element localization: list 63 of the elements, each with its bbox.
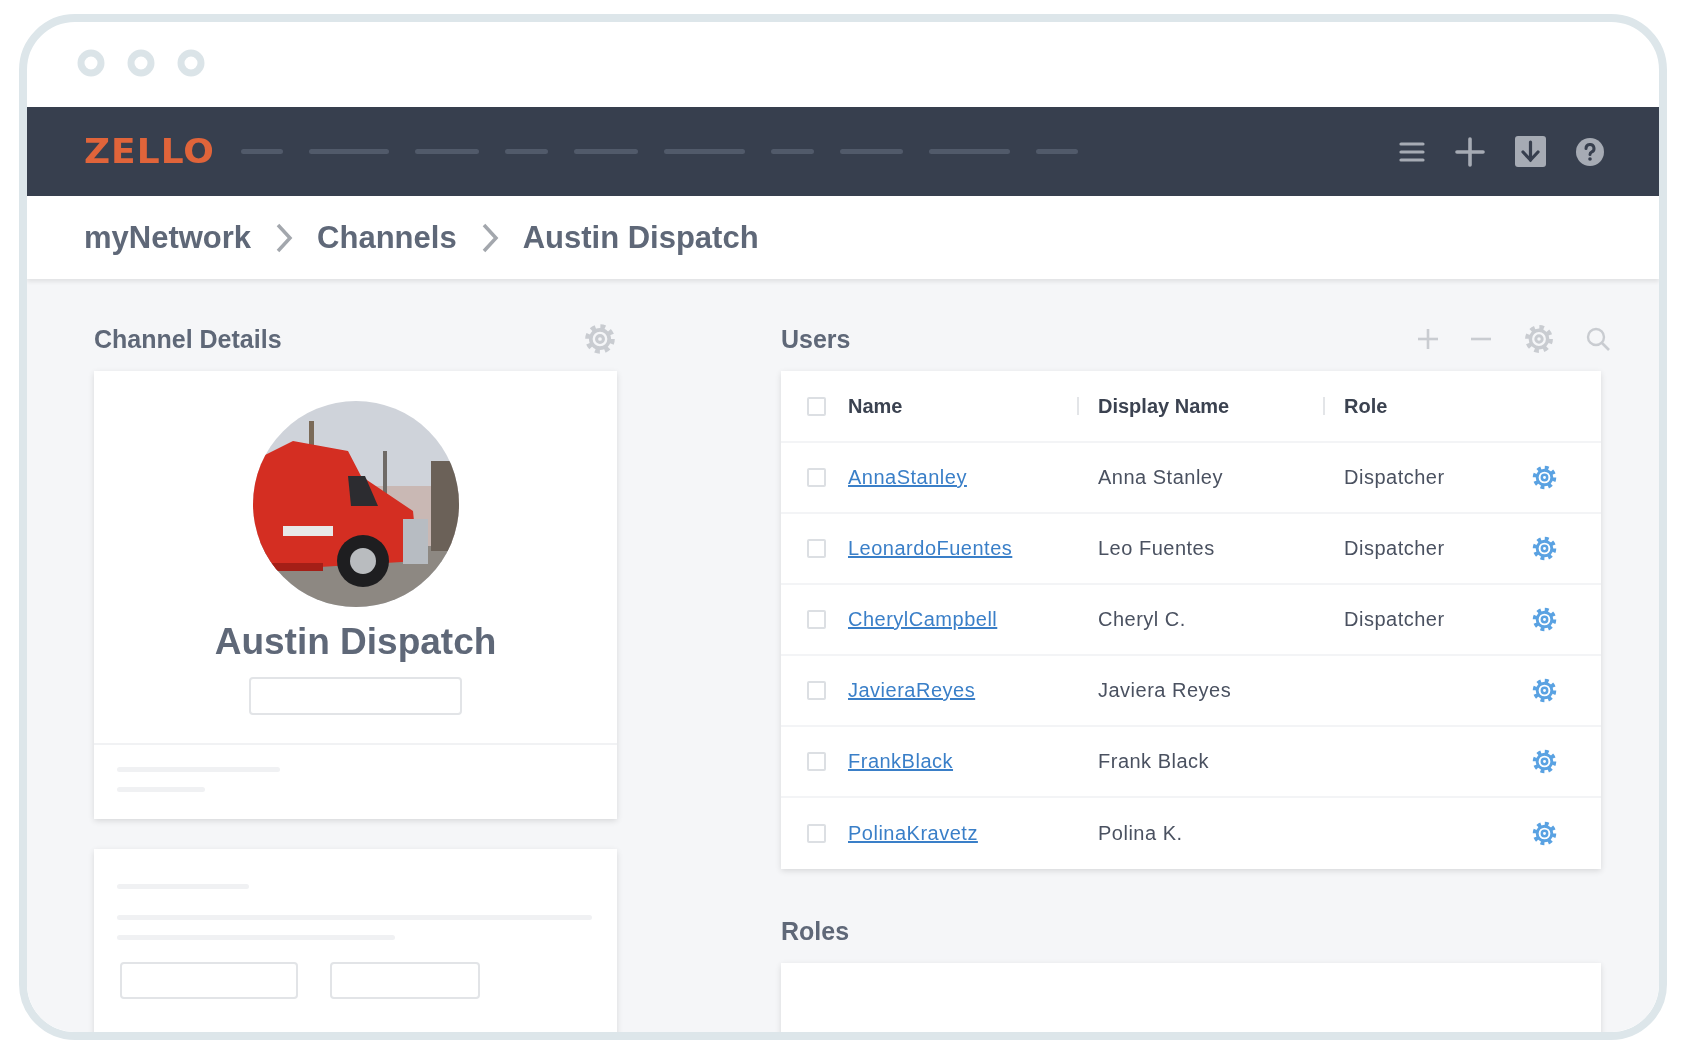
settings-icon[interactable] bbox=[1531, 820, 1558, 847]
checkbox[interactable] bbox=[807, 539, 826, 558]
breadcrumb-item: Austin Dispatch bbox=[522, 219, 759, 256]
logo[interactable]: ZELLO bbox=[84, 132, 215, 171]
menu-icon[interactable] bbox=[1399, 140, 1425, 163]
download-icon[interactable] bbox=[1515, 136, 1546, 167]
settings-icon[interactable] bbox=[1523, 323, 1555, 355]
table-cell: Anna Stanley bbox=[1098, 466, 1223, 488]
plus-icon[interactable] bbox=[1455, 136, 1485, 167]
checkbox[interactable] bbox=[807, 610, 826, 629]
window-dot-icon bbox=[127, 48, 155, 77]
channel-name: Austin Dispatch bbox=[214, 621, 497, 663]
menu-placeholder bbox=[414, 149, 479, 154]
menu-placeholder bbox=[504, 149, 548, 154]
checkbox[interactable] bbox=[807, 396, 826, 416]
button-placeholder[interactable] bbox=[330, 962, 480, 999]
user-link[interactable]: CherylCampbell bbox=[848, 608, 998, 630]
chevron-icon bbox=[275, 221, 294, 254]
checkbox[interactable] bbox=[807, 681, 826, 700]
menu-placeholder bbox=[770, 149, 814, 154]
menu-placeholder bbox=[839, 149, 903, 154]
settings-icon[interactable] bbox=[1531, 606, 1558, 633]
section-title: Roles bbox=[781, 916, 851, 947]
column-header[interactable]: Name bbox=[848, 394, 903, 417]
help-icon[interactable] bbox=[1576, 137, 1604, 166]
chevron-icon bbox=[480, 221, 499, 254]
breadcrumb-item[interactable]: myNetwork bbox=[84, 219, 252, 256]
column-header[interactable]: Role bbox=[1344, 394, 1388, 418]
table-cell: Leo Fuentes bbox=[1098, 537, 1215, 559]
table-cell: Dispatcher bbox=[1344, 608, 1445, 630]
section-title: Users bbox=[781, 324, 852, 354]
search-icon[interactable] bbox=[1586, 326, 1611, 352]
table-cell: Javiera Reyes bbox=[1098, 679, 1232, 701]
breadcrumb-item[interactable]: Channels bbox=[317, 219, 457, 256]
user-link[interactable]: AnnaStanley bbox=[848, 466, 967, 488]
menu-placeholder bbox=[573, 149, 638, 154]
table-cell: Dispatcher bbox=[1344, 466, 1445, 488]
column-header[interactable]: Display Name bbox=[1098, 394, 1230, 418]
window-dot-icon bbox=[77, 48, 105, 77]
user-link[interactable]: JavieraReyes bbox=[848, 679, 976, 701]
settings-icon[interactable] bbox=[583, 322, 617, 356]
table-cell: Polina K. bbox=[1098, 822, 1183, 844]
button-placeholder[interactable] bbox=[120, 962, 298, 999]
window-dot-icon bbox=[177, 48, 205, 77]
checkbox[interactable] bbox=[807, 752, 826, 771]
checkbox[interactable] bbox=[807, 468, 826, 487]
table-cell: Dispatcher bbox=[1344, 537, 1445, 559]
add-icon[interactable] bbox=[1417, 328, 1439, 350]
table-cell: Frank Black bbox=[1098, 750, 1210, 772]
user-link[interactable]: FrankBlack bbox=[848, 750, 954, 772]
menu-placeholder bbox=[1035, 149, 1078, 154]
table-cell: Cheryl C. bbox=[1098, 608, 1186, 630]
settings-icon[interactable] bbox=[1531, 535, 1558, 562]
checkbox[interactable] bbox=[807, 824, 826, 843]
settings-icon[interactable] bbox=[1531, 464, 1558, 491]
input-field[interactable] bbox=[249, 677, 462, 715]
settings-icon[interactable] bbox=[1531, 748, 1558, 775]
settings-icon[interactable] bbox=[1531, 677, 1558, 704]
user-link[interactable]: LeonardoFuentes bbox=[848, 537, 1013, 559]
section-title: Channel Details bbox=[94, 324, 282, 354]
remove-icon[interactable] bbox=[1470, 337, 1492, 341]
user-link[interactable]: PolinaKravetz bbox=[848, 822, 978, 844]
menu-placeholder bbox=[240, 149, 283, 154]
